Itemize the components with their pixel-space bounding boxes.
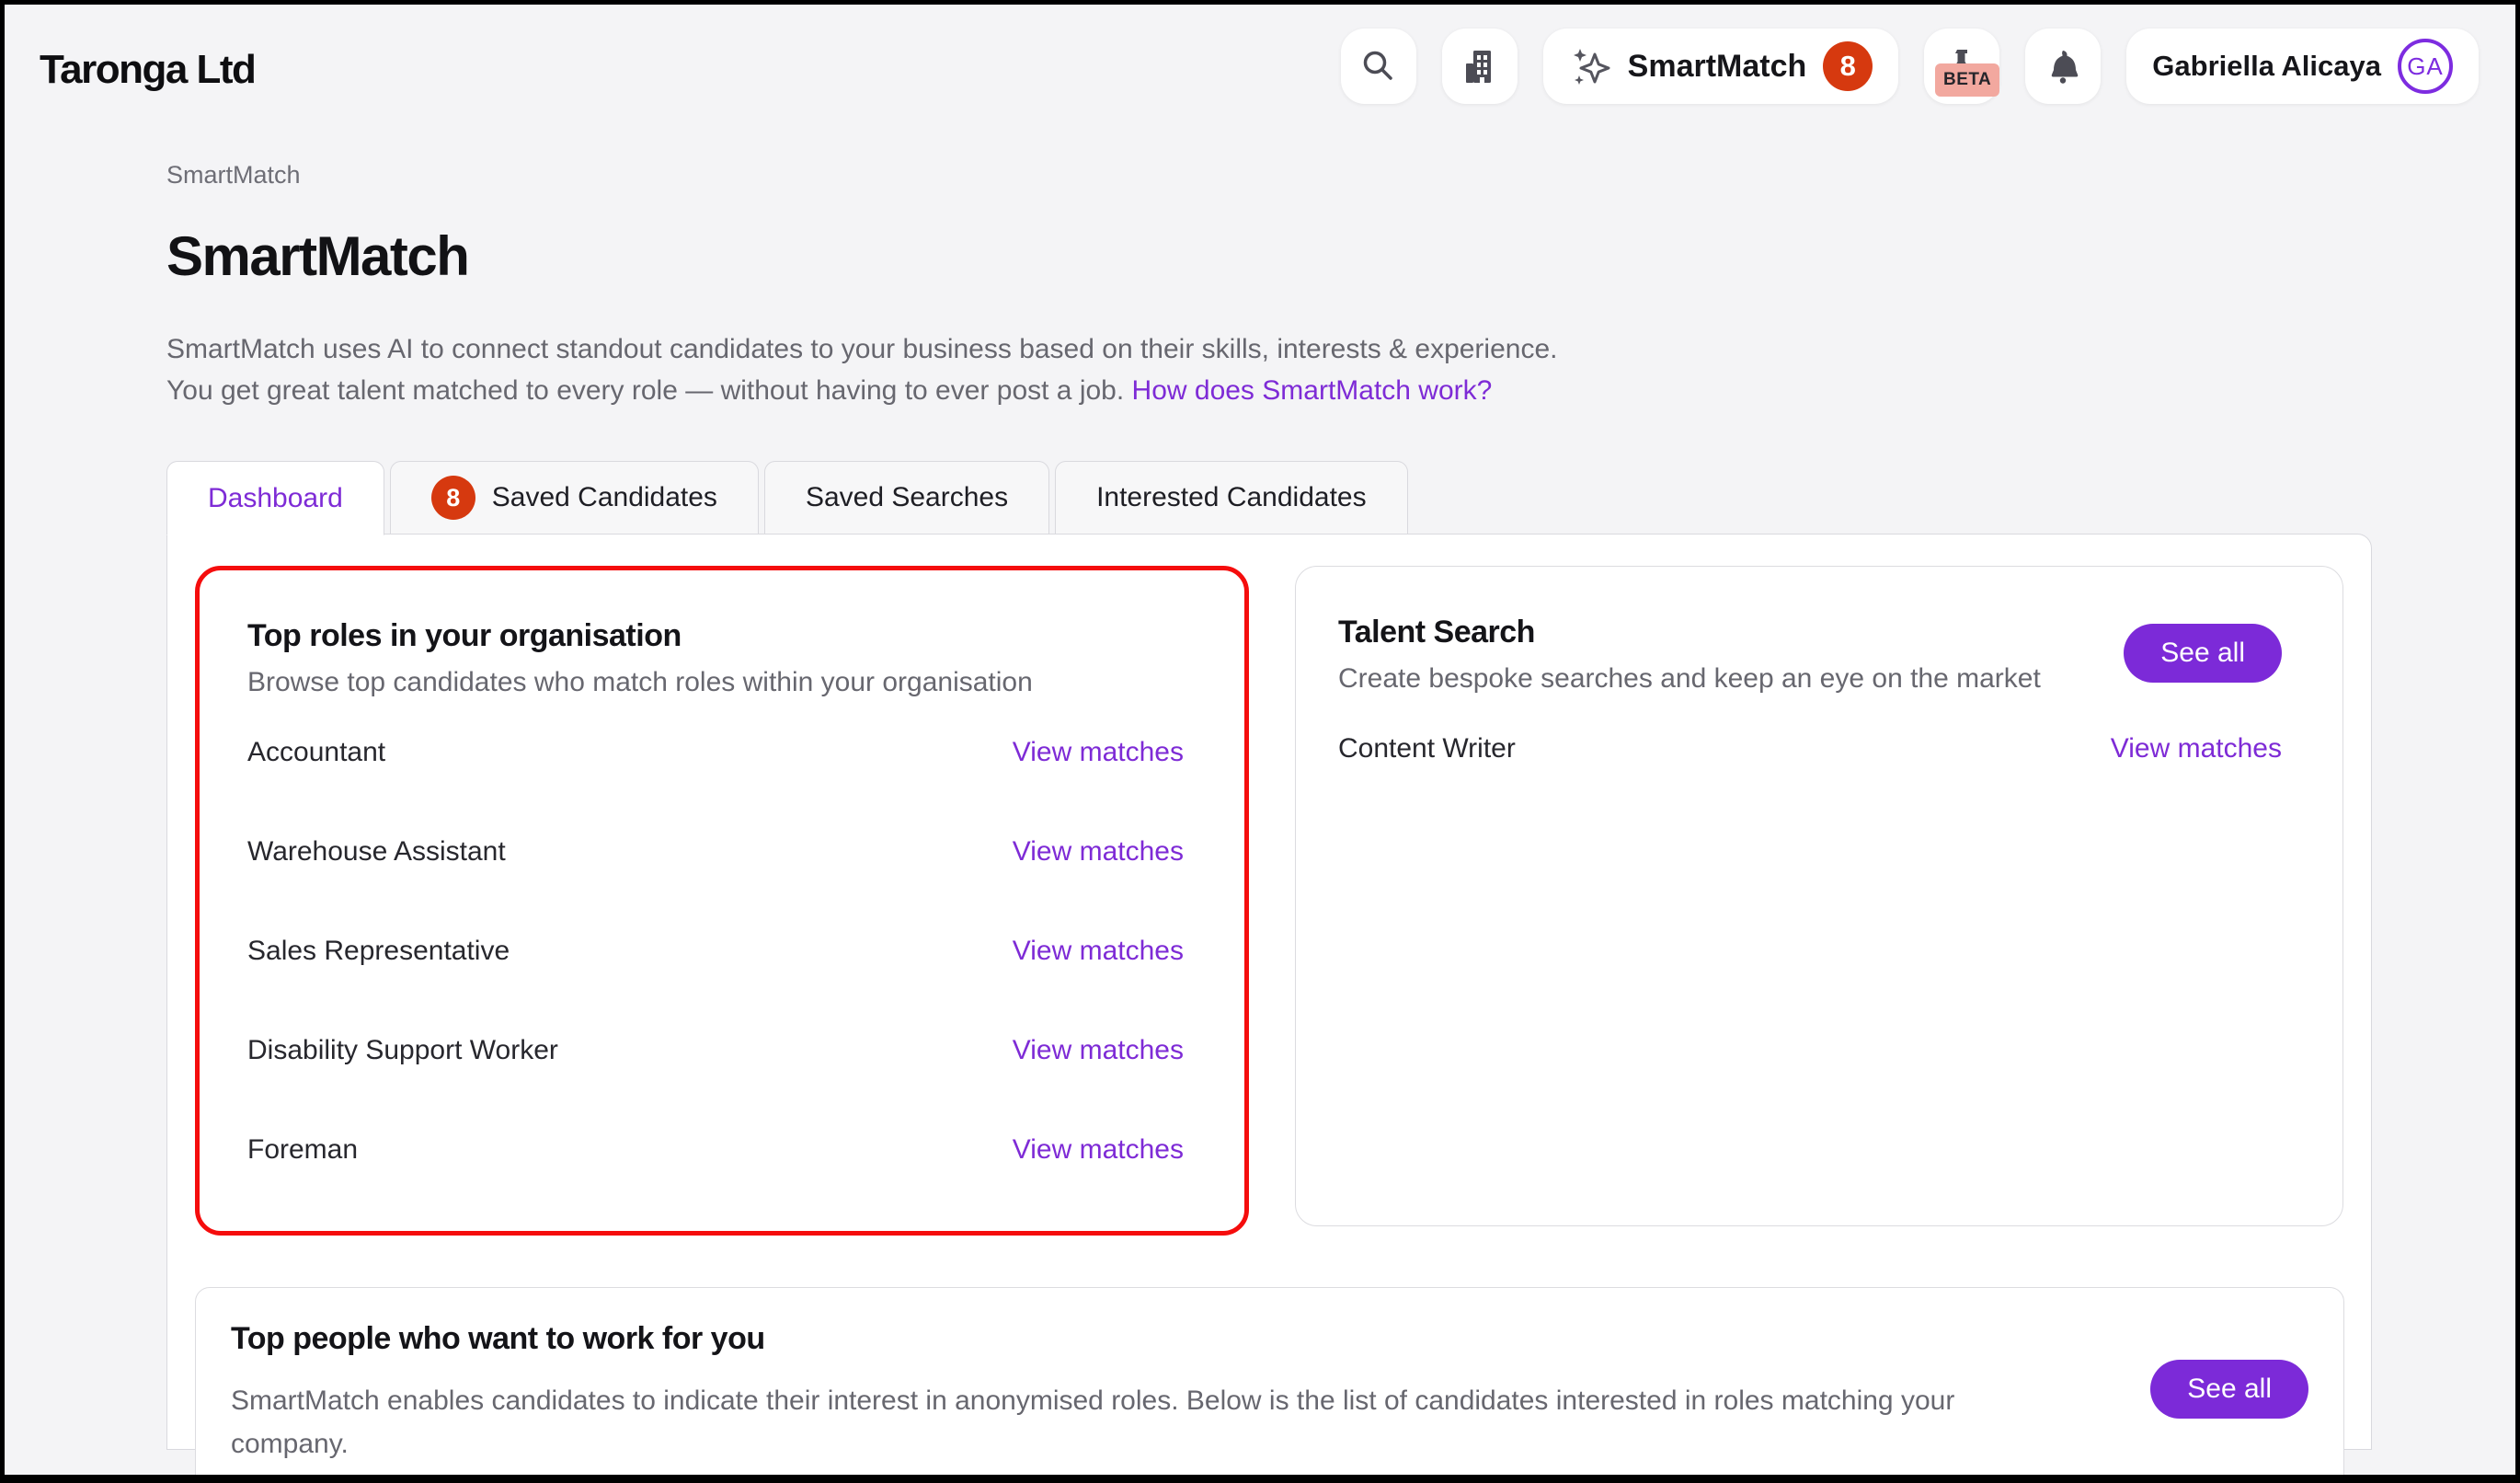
header-actions: SmartMatch 8 BETA [1341,29,2479,104]
top-roles-card: Top roles in your organisation Browse to… [195,566,1249,1236]
smartmatch-button[interactable]: SmartMatch 8 [1543,29,1899,104]
tab-label: Saved Candidates [492,482,717,513]
role-name: Warehouse Assistant [247,836,506,868]
view-matches-link[interactable]: View matches [1013,1035,1184,1066]
role-name: Accountant [247,737,385,768]
view-matches-link[interactable]: View matches [1013,737,1184,768]
talent-search-heading-block: Talent Search Create bespoke searches an… [1338,615,2041,695]
role-row-warehouse-assistant: Warehouse Assistant View matches [247,802,1184,902]
description-line-1: SmartMatch uses AI to connect standout c… [166,334,1557,364]
tab-bar: Dashboard 8 Saved Candidates Saved Searc… [166,461,2515,535]
view-matches-link[interactable]: View matches [1013,936,1184,967]
tab-saved-candidates[interactable]: 8 Saved Candidates [390,461,759,535]
role-row-foreman: Foreman View matches [247,1100,1184,1200]
search-button[interactable] [1341,29,1416,104]
interested-card-header: Top people who want to work for you Smar… [231,1321,2308,1466]
top-roles-list: Accountant View matches Warehouse Assist… [247,703,1184,1200]
interested-title: Top people who want to work for you [231,1321,1978,1357]
view-matches-link[interactable]: View matches [1013,836,1184,868]
page-description: SmartMatch uses AI to connect standout c… [166,328,1748,411]
tab-saved-searches[interactable]: Saved Searches [764,461,1049,535]
talent-search-header: Talent Search Create bespoke searches an… [1338,615,2282,695]
interested-candidates-card: Top people who want to work for you Smar… [195,1287,2344,1483]
talent-search-title: Talent Search [1338,615,2041,650]
building-icon [1460,46,1500,86]
talent-search-see-all-button[interactable]: See all [2124,624,2282,683]
profile-name: Gabriella Alicaya [2152,50,2381,83]
search-row-content-writer: Content Writer View matches [1338,699,2282,799]
view-matches-link[interactable]: View matches [2111,733,2282,764]
talent-search-subtitle: Create bespoke searches and keep an eye … [1338,663,2041,695]
role-name: Foreman [247,1134,358,1166]
description-line-2: You get great talent matched to every ro… [166,375,1132,406]
beta-badge: BETA [1935,63,1999,97]
search-name: Content Writer [1338,733,1516,764]
role-name: Sales Representative [247,936,510,967]
tab-label: Saved Searches [806,482,1008,513]
tab-label: Interested Candidates [1096,482,1367,513]
dashboard-panel: Top roles in your organisation Browse to… [166,534,2372,1450]
notifications-button[interactable] [2025,29,2101,104]
tab-dashboard[interactable]: Dashboard [166,461,384,535]
saved-candidates-count-badge: 8 [431,476,475,520]
page-title: SmartMatch [166,224,2515,288]
labs-beta-button[interactable]: BETA [1924,29,1999,104]
interested-see-all-button[interactable]: See all [2150,1360,2308,1419]
search-icon [1358,46,1399,86]
bell-icon [2043,46,2083,86]
talent-search-list: Content Writer View matches [1338,699,2282,799]
how-it-works-link[interactable]: How does SmartMatch work? [1132,375,1493,406]
sparkle-icon [1569,45,1611,87]
tab-label: Dashboard [208,483,343,514]
avatar: GA [2398,39,2453,94]
smartmatch-label: SmartMatch [1628,49,1807,85]
breadcrumb[interactable]: SmartMatch [166,161,301,190]
top-bar: Taronga Ltd [5,5,2515,104]
talent-search-card: Talent Search Create bespoke searches an… [1295,566,2343,1226]
view-matches-link[interactable]: View matches [1013,1134,1184,1166]
top-roles-title: Top roles in your organisation [247,618,1184,654]
page-content: SmartMatch SmartMatch SmartMatch uses AI… [5,161,2515,1450]
role-row-sales-representative: Sales Representative View matches [247,902,1184,1001]
role-name: Disability Support Worker [247,1035,558,1066]
interested-description: SmartMatch enables candidates to indicat… [231,1379,1978,1466]
tab-interested-candidates[interactable]: Interested Candidates [1055,461,1408,535]
interested-heading-block: Top people who want to work for you Smar… [231,1321,1978,1466]
role-row-disability-support-worker: Disability Support Worker View matches [247,1001,1184,1100]
company-logo[interactable]: Taronga Ltd [40,29,255,93]
smartmatch-count-badge: 8 [1823,41,1873,91]
profile-button[interactable]: Gabriella Alicaya GA [2126,29,2479,104]
top-roles-subtitle: Browse top candidates who match roles wi… [247,667,1184,698]
cards-row: Top roles in your organisation Browse to… [195,566,2343,1236]
company-accounts-button[interactable] [1442,29,1518,104]
app-window: Taronga Ltd [0,0,2520,1483]
role-row-accountant: Accountant View matches [247,703,1184,802]
